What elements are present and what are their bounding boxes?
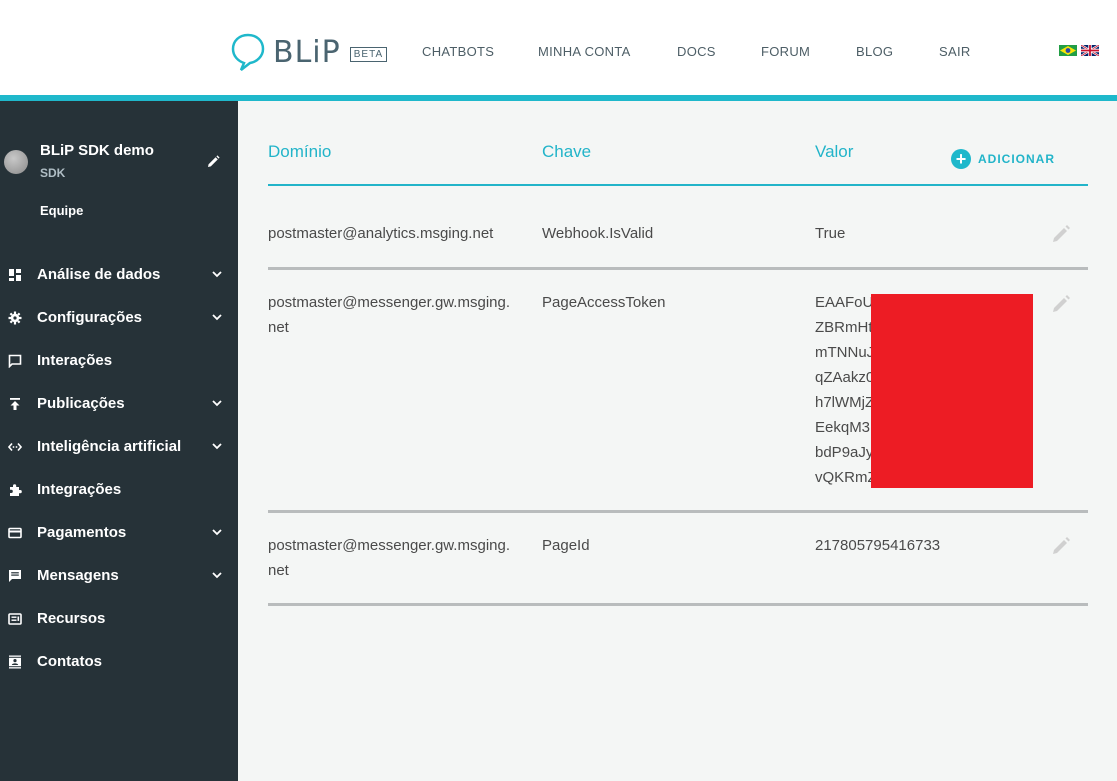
sidebar-item-label: Mensagens: [37, 567, 119, 584]
sidebar-item-configuracoes[interactable]: Configurações: [0, 303, 238, 333]
edit-pencil-icon[interactable]: [1051, 224, 1071, 244]
token-line: bdP9aJy: [815, 444, 874, 461]
add-button[interactable]: + ADICIONAR: [951, 149, 1055, 169]
edit-pencil-icon[interactable]: [1051, 536, 1071, 556]
chevron-down-icon: [212, 314, 222, 321]
row-divider: [268, 510, 1088, 513]
add-button-label: ADICIONAR: [978, 152, 1055, 166]
contacts-icon: [9, 655, 21, 669]
top-header: BLiP BETA CHATBOTS MINHA CONTA DOCS FORU…: [0, 0, 1117, 95]
dashboard-icon: [9, 269, 21, 281]
row-divider: [268, 603, 1088, 606]
sidebar-item-analise-de-dados[interactable]: Análise de dados: [0, 260, 238, 290]
table-row-2-value: EAAFoU ZBRmHt mTNNuJ qZAakz0 h7lWMjZ Eek…: [815, 290, 877, 490]
plus-circle-icon: +: [951, 149, 971, 169]
nav-sair[interactable]: SAIR: [939, 44, 971, 59]
chevron-down-icon: [212, 400, 222, 407]
sidebar-item-recursos[interactable]: Recursos: [0, 604, 238, 634]
chat-bubble-icon: [8, 354, 22, 368]
speech-bubble-logo-icon: [231, 33, 265, 71]
token-line: h7lWMjZ: [815, 394, 875, 411]
nav-blog[interactable]: BLOG: [856, 44, 893, 59]
credit-card-icon: [8, 527, 22, 539]
nav-docs[interactable]: DOCS: [677, 44, 716, 59]
table-row-2-domain: postmaster@messenger.gw.msging.net: [268, 294, 510, 336]
table-row-1-domain: postmaster@analytics.msging.net: [268, 225, 494, 242]
sidebar-item-label: Integrações: [37, 481, 122, 498]
bot-profile: BLiP SDK demo SDK: [4, 141, 238, 201]
chevron-down-icon: [212, 271, 222, 278]
edit-pencil-icon[interactable]: [1051, 294, 1071, 314]
token-line: EAAFoU: [815, 294, 874, 311]
language-switcher: [1059, 45, 1099, 56]
redaction-box: [871, 294, 1033, 488]
sidebar-item-contatos[interactable]: Contatos: [0, 647, 238, 677]
nav-minha-conta[interactable]: MINHA CONTA: [538, 44, 631, 59]
sidebar-item-label: Contatos: [37, 653, 102, 670]
uk-flag-icon[interactable]: [1081, 45, 1099, 56]
logo-text: BLiP: [273, 34, 341, 70]
column-header-chave: Chave: [542, 142, 592, 161]
chevron-down-icon: [212, 443, 222, 450]
sidebar-item-integracoes[interactable]: Integrações: [0, 475, 238, 505]
sidebar-item-label: Publicações: [37, 395, 125, 412]
edit-bot-pencil-icon[interactable]: [206, 155, 220, 169]
publish-icon: [10, 398, 20, 410]
sidebar-item-label: Recursos: [37, 610, 106, 627]
token-line: mTNNuJ: [815, 344, 875, 361]
sidebar: BLiP SDK demo SDK Equipe Análise de dado…: [0, 101, 238, 781]
table-row-3-key: PageId: [542, 537, 590, 554]
sidebar-item-label: Interações: [37, 352, 113, 369]
sidebar-item-interacoes[interactable]: Interações: [0, 346, 238, 376]
table-row-1-value: True: [815, 225, 846, 242]
sidebar-item-mensagens[interactable]: Mensagens: [0, 561, 238, 591]
token-line: ZBRmHt: [815, 319, 873, 336]
code-arrows-icon: [8, 442, 22, 452]
sidebar-item-publicacoes[interactable]: Publicações: [0, 389, 238, 419]
sidebar-item-label: Pagamentos: [37, 524, 127, 541]
sidebar-item-label: Configurações: [37, 309, 143, 326]
sidebar-item-label: Análise de dados: [37, 266, 161, 283]
column-header-valor: Valor: [815, 142, 854, 161]
bot-name: BLiP SDK demo: [40, 142, 154, 159]
token-line: qZAakz0: [815, 369, 875, 386]
token-line: EekqM3: [815, 419, 871, 436]
sidebar-item-equipe[interactable]: Equipe: [40, 203, 83, 218]
table-row-1-key: Webhook.IsValid: [542, 225, 654, 242]
table-row-2-key: PageAccessToken: [542, 294, 666, 311]
puzzle-icon: [10, 484, 22, 496]
brazil-flag-icon[interactable]: [1059, 45, 1077, 56]
beta-badge: BETA: [349, 46, 388, 62]
gear-icon: [8, 311, 22, 325]
sidebar-item-label: Inteligência artificial: [37, 438, 182, 455]
column-header-dominio: Domínio: [268, 142, 332, 161]
nav-chatbots[interactable]: CHATBOTS: [422, 44, 494, 59]
chevron-down-icon: [212, 572, 222, 579]
resources-icon: [8, 613, 22, 625]
table-row-3-domain: postmaster@messenger.gw.msging.net: [268, 537, 510, 579]
header-divider: [268, 184, 1088, 186]
table-row-3-value: 217805795416733: [815, 537, 941, 554]
chevron-down-icon: [212, 529, 222, 536]
message-icon: [9, 570, 21, 582]
sidebar-item-inteligencia-artificial[interactable]: Inteligência artificial: [0, 432, 238, 462]
nav-forum[interactable]: FORUM: [761, 44, 810, 59]
sidebar-item-pagamentos[interactable]: Pagamentos: [0, 518, 238, 548]
blip-logo[interactable]: BLiP BETA: [231, 32, 388, 72]
main-content: Domínio Chave Valor + ADICIONAR postmast…: [238, 101, 1117, 781]
bot-type: SDK: [40, 166, 66, 180]
row-divider: [268, 267, 1088, 270]
token-line: vQKRmZ: [815, 469, 877, 486]
avatar[interactable]: [4, 150, 28, 174]
